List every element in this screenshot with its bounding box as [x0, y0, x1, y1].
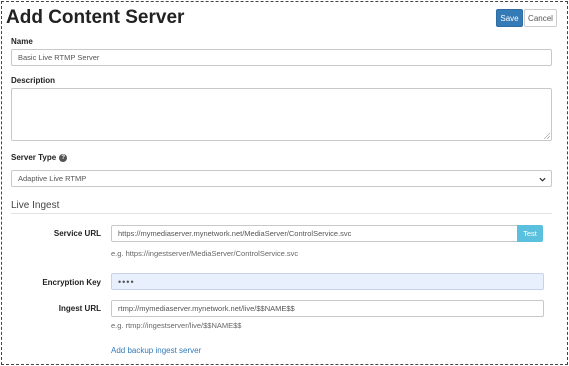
name-input-value: Basic Live RTMP Server [18, 53, 100, 62]
server-type-value: Adaptive Live RTMP [18, 174, 87, 183]
ingest-url-value: rtmp://mymediaserver.mynetwork.net/live/… [118, 304, 295, 313]
encryption-key-label: Encryption Key [42, 278, 101, 287]
ingest-url-label: Ingest URL [58, 304, 101, 313]
server-type-label: Server Type? [11, 153, 68, 162]
name-input[interactable]: Basic Live RTMP Server [11, 49, 552, 66]
save-button[interactable]: Save [496, 9, 523, 27]
ingest-url-input[interactable]: rtmp://mymediaserver.mynetwork.net/live/… [111, 300, 544, 317]
service-url-value: https://mymediaserver.mynetwork.net/Medi… [118, 229, 352, 238]
chevron-down-icon [539, 177, 546, 182]
service-url-hint: e.g. https://ingestserver/MediaServer/Co… [111, 249, 299, 258]
test-button[interactable]: Test [517, 225, 543, 242]
resize-handle-icon[interactable] [544, 133, 550, 139]
server-type-select[interactable]: Adaptive Live RTMP [11, 170, 552, 187]
service-url-input[interactable]: https://mymediaserver.mynetwork.net/Medi… [111, 225, 518, 242]
section-divider [11, 213, 552, 214]
question-circle-icon[interactable]: ? [59, 154, 68, 162]
server-type-label-text: Server Type [11, 153, 57, 162]
encryption-key-value: •••• [118, 276, 135, 287]
service-url-label: Service URL [53, 229, 101, 238]
description-textarea[interactable] [11, 88, 552, 141]
encryption-key-input[interactable]: •••• [111, 273, 544, 290]
page-title: Add Content Server [6, 7, 185, 28]
section-title-live-ingest: Live Ingest [11, 200, 60, 211]
add-backup-ingest-server-link[interactable]: Add backup ingest server [111, 346, 201, 355]
name-label: Name [11, 37, 33, 46]
ingest-url-hint: e.g. rtmp://ingestserver/live/$$NAME$$ [111, 321, 242, 330]
description-label: Description [11, 76, 56, 85]
cancel-button[interactable]: Cancel [524, 9, 557, 27]
